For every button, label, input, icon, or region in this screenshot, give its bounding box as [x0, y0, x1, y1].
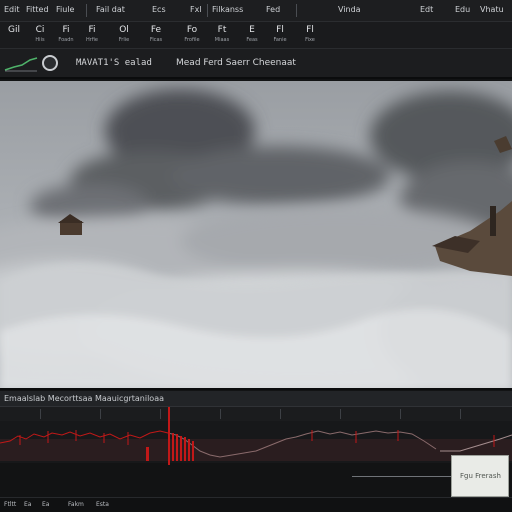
- curve-graph: [0, 421, 512, 463]
- tool-label: Fanie: [273, 37, 287, 43]
- ruler-tick: [160, 409, 161, 419]
- layer-name-field[interactable]: MAVAT1'S ealad: [76, 58, 152, 68]
- tool-button[interactable]: Ci Hiis: [30, 25, 50, 45]
- menu-separator: [207, 4, 208, 17]
- tool-button[interactable]: Fl Fixe: [300, 25, 320, 45]
- tool-button[interactable]: Ft Miaas: [212, 25, 232, 45]
- tool-glyph: Ol: [119, 25, 129, 35]
- options-bar: MAVAT1'S ealad Mead Ferd Saerr Cheenaat: [0, 48, 512, 79]
- tool-label: Miaas: [214, 37, 230, 43]
- tool-button[interactable]: E Feas: [242, 25, 262, 45]
- tool-glyph: Fo: [186, 25, 198, 35]
- status-item[interactable]: Ea: [42, 501, 49, 508]
- tooltip-text: Fgu Frerash: [460, 472, 501, 480]
- menu-item[interactable]: Ecs: [152, 5, 166, 14]
- menu-item[interactable]: Filkanss: [212, 5, 243, 14]
- tooltip-card: Fgu Frerash: [451, 455, 509, 497]
- tool-button[interactable]: Gil: [4, 25, 24, 45]
- ruler-tick: [220, 409, 221, 419]
- menu-item[interactable]: Fiule: [56, 5, 74, 14]
- timeline-header: Emaalslab Mecorttsaa Maauicgrtaniloaa: [0, 391, 512, 407]
- status-item[interactable]: Esta: [96, 501, 109, 508]
- guide-line: [352, 476, 452, 477]
- status-item[interactable]: Fakm: [68, 501, 84, 508]
- ruler-tick: [400, 409, 401, 419]
- tool-label: Frlie: [118, 37, 130, 43]
- menu-item[interactable]: Fail dat: [96, 5, 125, 14]
- menu-item[interactable]: Edt: [420, 5, 433, 14]
- preset-name-field[interactable]: Mead Ferd Saerr Cheenaat: [176, 58, 296, 68]
- tool-glyph: Ci: [35, 25, 45, 35]
- tool-label: Ficas: [149, 37, 163, 43]
- menu-item[interactable]: Fed: [266, 5, 280, 14]
- graph-icon[interactable]: [4, 56, 38, 72]
- ruler-tick: [340, 409, 341, 419]
- tool-glyph: Fl: [276, 25, 284, 35]
- tool-button[interactable]: Fi Hrfie: [82, 25, 102, 45]
- tool-glyph: Fe: [150, 25, 162, 35]
- timeline-ruler[interactable]: [0, 407, 512, 421]
- menu-item[interactable]: Fitted: [26, 5, 49, 14]
- record-circle-icon[interactable]: [42, 55, 58, 71]
- tool-glyph: Fi: [62, 25, 70, 35]
- tool-label: Frofile: [184, 37, 200, 43]
- tool-label: Hiis: [35, 37, 45, 43]
- tool-button[interactable]: Ol Frlie: [114, 25, 134, 45]
- tool-glyph: Fi: [88, 25, 96, 35]
- status-item[interactable]: Ftltt: [4, 501, 16, 508]
- tool-glyph: E: [249, 25, 255, 35]
- ruler-tick: [100, 409, 101, 419]
- menu-bar: Edit Fitted Fiule Fail dat Ecs Fxl Filka…: [0, 0, 512, 22]
- tool-label: Feas: [246, 37, 258, 43]
- menu-separator: [296, 4, 297, 17]
- scene-viewport[interactable]: [0, 81, 512, 390]
- toolbar: Gil Ci Hiis Fi Foadn Fi Hrfie Ol Frlie F…: [0, 22, 512, 48]
- tool-button[interactable]: Fi Foadn: [56, 25, 76, 45]
- ruler-tick: [460, 409, 461, 419]
- tool-glyph: Fl: [306, 25, 314, 35]
- timeline-title: Emaalslab Mecorttsaa Maauicgrtaniloaa: [4, 394, 165, 403]
- playhead[interactable]: [168, 407, 170, 465]
- menu-item[interactable]: Vinda: [338, 5, 361, 14]
- ruler-tick: [280, 409, 281, 419]
- tool-glyph: Ft: [217, 25, 227, 35]
- menu-item[interactable]: Fxl: [190, 5, 202, 14]
- menu-item[interactable]: Edit: [4, 5, 20, 14]
- menu-item[interactable]: Vhatu: [480, 5, 504, 14]
- tool-button[interactable]: Fo Frofile: [182, 25, 202, 45]
- menu-item[interactable]: Edu: [455, 5, 470, 14]
- menu-separator: [86, 4, 87, 17]
- scene-render: [0, 81, 512, 388]
- timeline-track[interactable]: [0, 421, 512, 463]
- ruler-tick: [40, 409, 41, 419]
- tool-glyph: Gil: [8, 25, 20, 35]
- tool-button[interactable]: Fe Ficas: [146, 25, 166, 45]
- status-item[interactable]: Ea: [24, 501, 31, 508]
- status-bar: Ftltt Ea Ea Fakm Esta: [0, 497, 512, 512]
- tool-button[interactable]: Fl Fanie: [270, 25, 290, 45]
- tool-label: Foadn: [58, 37, 74, 43]
- tool-label: Hrfie: [85, 37, 99, 43]
- tool-label: Fixe: [305, 37, 315, 43]
